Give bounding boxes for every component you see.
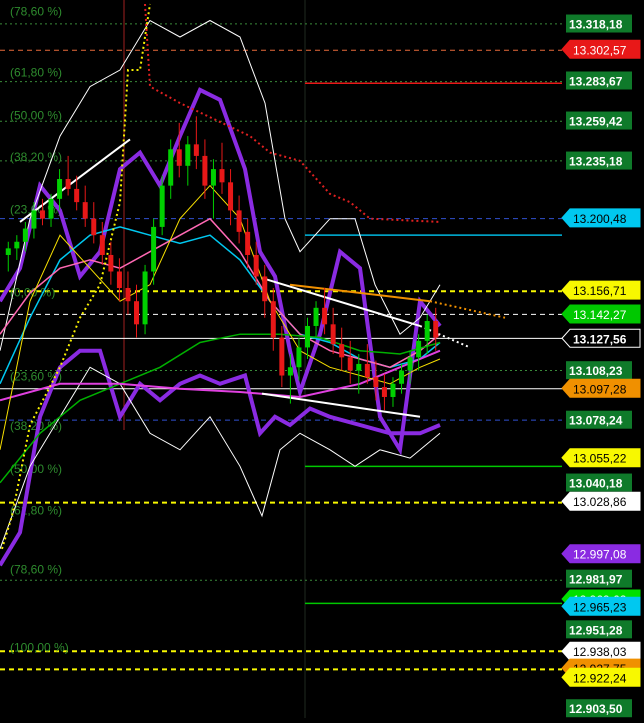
candle-body xyxy=(330,324,336,345)
candle-body xyxy=(390,383,396,397)
candle-body xyxy=(416,340,422,358)
candle-body xyxy=(373,377,379,388)
candle-body xyxy=(339,344,345,358)
candle-body xyxy=(313,307,319,326)
price-tag-label: 13.055,22 xyxy=(573,452,627,466)
candle-body xyxy=(296,347,302,368)
candle-body xyxy=(14,241,20,249)
candle-body xyxy=(74,188,80,203)
price-tag-label: 13.156,71 xyxy=(573,284,627,298)
candle-body xyxy=(381,387,387,397)
price-axis-tick-label: 12.981,97 xyxy=(569,573,623,587)
price-tag-label: 13.028,86 xyxy=(573,495,627,509)
candle-body xyxy=(347,357,353,371)
price-axis-tick-label: 12.951,28 xyxy=(569,623,623,637)
price-tag-label: 13.200,48 xyxy=(573,212,627,226)
candle-body xyxy=(39,210,45,219)
candle-body xyxy=(253,254,259,277)
indicator-curve xyxy=(0,217,441,369)
trend-line xyxy=(261,392,421,418)
price-axis-tick-label: 13.235,18 xyxy=(569,155,623,169)
price-axis-tick-label: 12.903,50 xyxy=(569,702,623,716)
candle-body xyxy=(262,276,268,302)
price-tag-label: 13.127,56 xyxy=(573,332,627,346)
price-tag-label: 12.965,23 xyxy=(573,600,627,614)
price-axis-tick-label: 13.318,18 xyxy=(569,18,623,32)
fibonacci-label: (50,00 %) xyxy=(10,462,62,476)
candle-body xyxy=(57,179,63,199)
candle-body xyxy=(399,370,405,384)
candle-body xyxy=(202,155,208,186)
trend-line-projection xyxy=(429,300,506,319)
candle-body xyxy=(228,182,234,211)
candle-body xyxy=(82,202,88,219)
price-axis-tick-label: 13.283,67 xyxy=(569,74,623,88)
price-tag-label: 12.922,24 xyxy=(573,671,627,685)
candle-body xyxy=(193,144,199,156)
candle-body xyxy=(108,254,114,272)
candle-body xyxy=(210,169,216,186)
candle-body xyxy=(279,337,285,376)
fibonacci-label: (50,00 %) xyxy=(10,109,62,123)
candle-body xyxy=(245,231,251,255)
price-tag-label: 12.997,08 xyxy=(573,548,627,562)
candle-body xyxy=(99,235,105,255)
price-tag-label: 13.097,28 xyxy=(573,382,627,396)
chart-container: (78,60 %) (61,80 %) (50,00 %) (38,20 %) (23,… xyxy=(0,0,644,723)
candle-body xyxy=(176,149,182,166)
fibonacci-label: (78,60 %) xyxy=(10,5,62,19)
candle-body xyxy=(219,169,225,183)
candle-body xyxy=(287,367,293,376)
candle-body xyxy=(116,271,122,288)
candle-body xyxy=(407,357,413,371)
candle-body xyxy=(168,149,174,186)
candle-body xyxy=(65,179,71,189)
fibonacci-label: (78,60 %) xyxy=(10,563,62,577)
price-axis-tick-label: 13.259,42 xyxy=(569,115,623,129)
candle-body xyxy=(270,301,276,338)
candle-body xyxy=(151,226,157,272)
candle-body xyxy=(22,228,28,242)
candle-body xyxy=(185,144,191,166)
candle-body xyxy=(322,307,328,325)
candle-body xyxy=(31,210,37,229)
candle-body xyxy=(5,248,11,255)
candle-body xyxy=(134,301,140,325)
candle-body xyxy=(364,363,370,378)
indicator-curve xyxy=(0,366,441,550)
price-tag-label: 13.142,27 xyxy=(573,308,627,322)
indicator-curve xyxy=(0,333,441,484)
candle-body xyxy=(356,363,362,371)
indicator-curve xyxy=(0,87,442,456)
candle-body xyxy=(91,218,97,236)
candle-body xyxy=(236,210,242,232)
price-axis-tick-label: 13.078,24 xyxy=(569,414,623,428)
price-axis-tick-label: 13.040,18 xyxy=(569,477,623,491)
candle-body xyxy=(304,325,310,348)
candle-body xyxy=(433,321,439,338)
candlestick-chart: (78,60 %)(61,80 %)(50,00 %)(38,20 %)(23,… xyxy=(0,0,641,723)
candle-body xyxy=(159,185,165,227)
fibonacci-label: (61,80 %) xyxy=(10,66,62,80)
fibonacci-label: (61,80 %) xyxy=(10,503,62,517)
candle-body xyxy=(48,198,54,219)
fibonacci-label: (100,00 %) xyxy=(10,640,69,654)
price-tag-label: 13.302,57 xyxy=(573,43,627,57)
price-tag-label: 12.938,03 xyxy=(573,645,627,659)
fibonacci-label: (0,00 %) xyxy=(10,285,55,299)
candle-body xyxy=(142,271,148,325)
candle-body xyxy=(125,288,131,302)
price-axis-tick-label: 13.108,23 xyxy=(569,364,623,378)
candle-body xyxy=(424,321,430,341)
